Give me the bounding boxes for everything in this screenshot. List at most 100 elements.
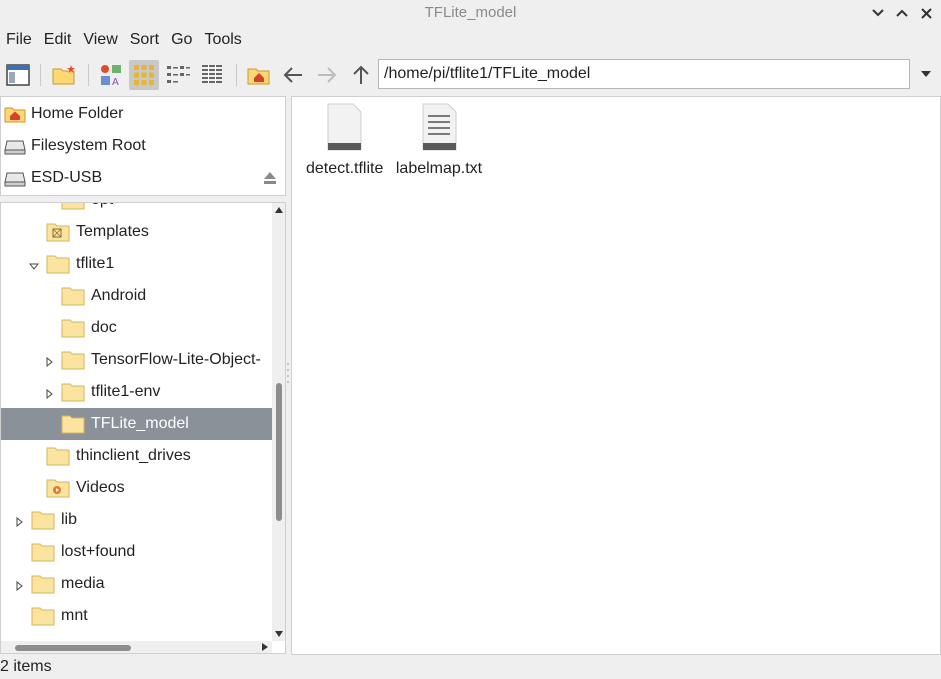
maximize-button[interactable] [893, 4, 911, 22]
drive-icon [4, 169, 26, 192]
scrollbar-thumb[interactable] [276, 383, 282, 521]
tree-node-label: doc [91, 319, 117, 336]
tree-node[interactable]: Videos [1, 472, 272, 504]
title-bar: TFLite_model [0, 0, 941, 26]
folder-icon [46, 254, 70, 279]
toolbar-separator [236, 64, 237, 86]
scrollbar-thumb[interactable] [15, 645, 131, 651]
tree-node[interactable]: Templates [1, 216, 272, 248]
new-window-button[interactable] [3, 60, 33, 90]
folder-icon [61, 203, 85, 215]
icon-view-icon [134, 65, 154, 85]
tree-node[interactable]: mnt [1, 600, 272, 632]
menu-view[interactable]: View [77, 28, 123, 54]
file-item[interactable]: detect.tflite [306, 103, 384, 178]
tree-node-label: tflite1 [76, 255, 115, 272]
path-history-dropdown[interactable] [914, 59, 938, 89]
forward-button[interactable] [312, 60, 342, 90]
tree-node[interactable]: opt [1, 203, 272, 216]
pane-resize-handle[interactable] [286, 360, 290, 388]
tree-node-label: Templates [76, 223, 149, 240]
tree-node[interactable]: doc [1, 312, 272, 344]
tree-node-label: lib [61, 511, 78, 528]
tree-node-label: opt [91, 203, 113, 209]
tree-node[interactable]: lost+found [1, 536, 272, 568]
generic-file-icon [327, 103, 362, 151]
folder-icon [61, 382, 85, 407]
places-pane: Home Folder Filesystem Root ESD-USB [0, 96, 286, 196]
tree-node[interactable]: media [1, 568, 272, 600]
tree-node-label: media [61, 575, 105, 592]
file-name: labelmap.txt [395, 160, 483, 177]
new-window-icon [6, 64, 30, 86]
tree-node[interactable]: lib [1, 504, 272, 536]
tree-node[interactable]: tflite1-env [1, 376, 272, 408]
menu-edit[interactable]: Edit [38, 28, 78, 54]
folder-icon [61, 350, 85, 375]
menu-sort[interactable]: Sort [124, 28, 165, 54]
collapse-arrow-icon[interactable] [28, 258, 40, 270]
file-item[interactable]: labelmap.txt [392, 103, 486, 178]
new-folder-button[interactable] [49, 60, 79, 90]
up-button[interactable] [346, 60, 376, 90]
compact-view-icon [167, 66, 190, 83]
place-label: ESD-USB [31, 169, 103, 186]
tree-node-label: Android [91, 287, 147, 304]
place-label: Filesystem Root [31, 137, 146, 154]
icon-view-button[interactable] [129, 60, 159, 90]
toolbar-separator [40, 64, 41, 86]
home-button[interactable] [244, 60, 274, 90]
folder-icon [31, 542, 55, 567]
folder-icon [31, 606, 55, 631]
place-home-folder[interactable]: Home Folder [1, 98, 285, 128]
folder-icon [61, 318, 85, 343]
menu-file[interactable]: File [0, 28, 38, 54]
expand-arrow-icon[interactable] [14, 578, 24, 592]
status-bar: 2 items [0, 658, 52, 675]
close-button[interactable] [917, 4, 935, 22]
list-view-button[interactable] [197, 60, 227, 90]
tree-node-label: thinclient_drives [76, 447, 191, 464]
text-file-icon [422, 103, 457, 151]
svg-text:A: A [112, 77, 119, 87]
drive-icon [4, 137, 26, 160]
thumbnail-view-button[interactable]: A [96, 60, 126, 90]
tree-vertical-scrollbar[interactable] [272, 203, 285, 641]
tree-node-label: tflite1-env [91, 383, 161, 400]
window-title: TFLite_model [424, 4, 517, 21]
expand-arrow-icon[interactable] [14, 514, 24, 528]
place-esd-usb[interactable]: ESD-USB [1, 162, 285, 192]
tree-node[interactable]: thinclient_drives [1, 440, 272, 472]
compact-view-button[interactable] [163, 60, 193, 90]
tree-node[interactable]: TFLite_model [1, 408, 272, 440]
menu-go[interactable]: Go [165, 28, 198, 54]
expand-arrow-icon[interactable] [44, 354, 54, 368]
minimize-button[interactable] [869, 4, 887, 22]
file-name: detect.tflite [306, 160, 384, 177]
eject-icon[interactable] [263, 171, 277, 190]
arrow-right-icon [318, 67, 337, 83]
toolbar-separator [88, 64, 89, 86]
place-filesystem-root[interactable]: Filesystem Root [1, 130, 285, 160]
chevron-up-icon [896, 9, 908, 17]
dropdown-arrow-icon [921, 71, 931, 77]
file-view[interactable]: detect.tflite labelmap.txt [291, 96, 941, 655]
arrow-up-icon [353, 65, 369, 84]
thumbnail-view-icon: A [101, 65, 121, 87]
tree-node-label: mnt [61, 607, 88, 624]
directory-tree: opt Templates tflite1 Android doc TensorFlow-… [0, 202, 286, 654]
tree-node-label: TensorFlow-Lite-Object- [91, 351, 261, 368]
back-button[interactable] [278, 60, 308, 90]
scroll-right-icon [262, 643, 268, 651]
tree-node-label: lost+found [61, 543, 136, 560]
tree-node[interactable]: TensorFlow-Lite-Object- [1, 344, 272, 376]
menu-tools[interactable]: Tools [198, 28, 247, 54]
scroll-down-icon [275, 631, 283, 637]
folder-icon [61, 414, 85, 439]
path-input[interactable]: /home/pi/tflite1/TFLite_model [378, 59, 910, 89]
tree-horizontal-scrollbar[interactable] [1, 641, 272, 653]
tree-node[interactable]: tflite1 [1, 248, 272, 280]
tree-node[interactable]: Android [1, 280, 272, 312]
expand-arrow-icon[interactable] [44, 386, 54, 400]
folder-icon [31, 510, 55, 535]
